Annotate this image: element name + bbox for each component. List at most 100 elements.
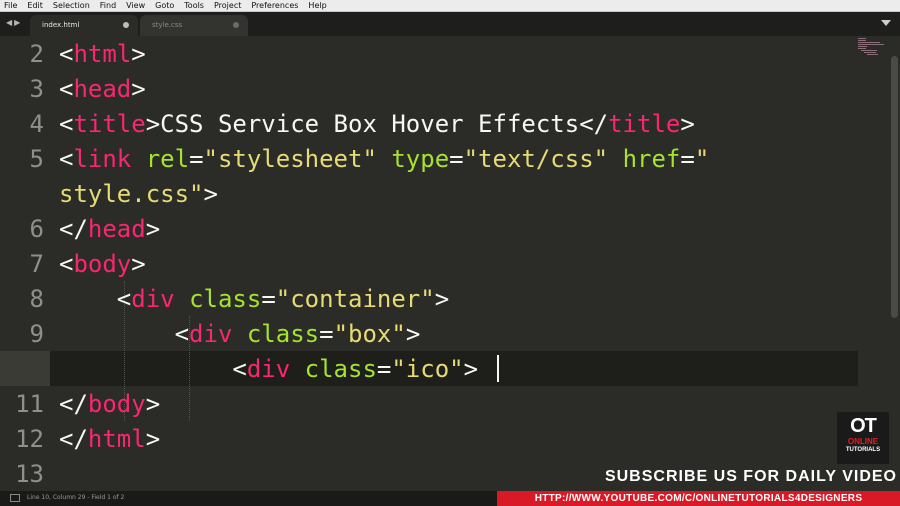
line-number: 8 (29, 285, 44, 313)
code-token: < (59, 75, 74, 103)
menu-help[interactable]: Help (308, 0, 326, 12)
close-icon[interactable] (233, 22, 239, 28)
vertical-scrollbar[interactable] (889, 36, 900, 491)
code-token: div (246, 355, 291, 383)
minimap-line (861, 50, 877, 51)
code-token: < (59, 320, 190, 348)
minimap-line (858, 42, 880, 43)
code-token: style.css" (59, 180, 204, 208)
tab-style-css[interactable]: style.css (140, 15, 248, 36)
code-token: type (391, 145, 450, 173)
code-token: </ (579, 110, 609, 138)
tab-index-html[interactable]: index.html (30, 15, 138, 36)
code-token: = (449, 145, 464, 173)
minimap-line (858, 40, 866, 41)
code-token: body (87, 390, 146, 418)
line-number: 7 (29, 250, 44, 278)
close-icon[interactable] (123, 22, 129, 28)
code-token: > (131, 250, 146, 278)
code-line: </head> (59, 212, 160, 247)
code-token: = (261, 285, 276, 313)
menu-file[interactable]: File (4, 0, 17, 12)
code-token: class (189, 285, 262, 313)
code-line: <link rel="stylesheet" type="text/css" h… (59, 142, 709, 177)
line-number: 9 (29, 320, 44, 348)
logo-tutorials: TUTORIALS (845, 447, 881, 453)
code-token: "container" (275, 285, 435, 313)
line-number: 11 (15, 390, 44, 418)
code-token: < (59, 145, 74, 173)
code-token: > (131, 75, 146, 103)
minimap[interactable] (856, 36, 889, 60)
line-number-gutter: 2345678910111213 (0, 36, 50, 491)
tab-label: index.html (42, 21, 80, 29)
menu-goto[interactable]: Goto (155, 0, 174, 12)
code-token: > (145, 110, 161, 138)
subscribe-banner: SUBSCRIBE US FOR DAILY VIDEO (604, 468, 897, 485)
line-number: 12 (15, 425, 44, 453)
code-token: > (405, 320, 421, 348)
menu-view[interactable]: View (126, 0, 145, 12)
minimap-line (858, 38, 866, 39)
code-token: = (680, 145, 695, 173)
menu-selection[interactable]: Selection (53, 0, 90, 12)
code-line: </html> (59, 422, 160, 457)
code-token: head (87, 215, 146, 243)
code-token: html (73, 40, 132, 68)
code-token: div (189, 320, 233, 348)
code-token: href (622, 145, 681, 173)
code-token: = (319, 320, 334, 348)
channel-logo: OT ONLINE TUTORIALS (837, 412, 889, 464)
current-line-gutter-highlight (0, 351, 50, 386)
code-token: title (608, 110, 681, 138)
code-token: > (680, 110, 695, 138)
code-token: head (73, 75, 132, 103)
code-token: </ (59, 215, 88, 243)
scrollbar-thumb[interactable] (891, 56, 898, 318)
menu-project[interactable]: Project (214, 0, 241, 12)
menu-edit[interactable]: Edit (27, 0, 43, 12)
code-line: </body> (59, 387, 160, 422)
code-editor[interactable]: <html> <head> <title>CSS Service Box Hover… (59, 36, 859, 491)
logo-mark: OT (850, 415, 877, 437)
menu-bar: File Edit Selection Find View Goto Tools… (0, 0, 900, 12)
menu-find[interactable]: Find (100, 0, 116, 12)
code-token: "ico" (391, 355, 464, 383)
menu-tools[interactable]: Tools (184, 0, 204, 12)
code-token: > (145, 425, 161, 453)
minimap-line (867, 54, 878, 55)
code-line: <html> (59, 37, 146, 72)
tab-bar: ◀▶ index.html style.css (0, 12, 900, 36)
code-token: "stylesheet" (203, 145, 377, 173)
code-token: CSS Service Box Hover Effects (160, 110, 580, 138)
code-line: <div class="container"> (59, 282, 449, 317)
code-token: "text/css" (463, 145, 609, 173)
code-token: rel (145, 145, 190, 173)
code-token: > (145, 215, 161, 243)
code-token: = (189, 145, 204, 173)
code-token: </ (59, 390, 88, 418)
line-number: 13 (15, 460, 44, 488)
code-token: < (59, 285, 132, 313)
code-token: div (131, 285, 175, 313)
line-number: 5 (29, 145, 44, 173)
logo-online: ONLINE (847, 437, 879, 446)
code-token: > (145, 390, 161, 418)
code-token: title (73, 110, 146, 138)
code-line: <div class="ico"> (59, 352, 478, 387)
line-number: 6 (29, 215, 44, 243)
code-token: < (59, 40, 74, 68)
menu-preferences[interactable]: Preferences (251, 0, 298, 12)
code-token: > (434, 285, 450, 313)
tab-nav-arrows-icon[interactable]: ◀▶ (6, 18, 22, 27)
code-token: > (203, 180, 218, 208)
code-token: class (246, 320, 320, 348)
tab-list-dropdown-icon[interactable] (881, 20, 891, 26)
code-token: " (694, 145, 710, 173)
code-token: html (87, 425, 146, 453)
panel-toggle-icon[interactable] (10, 494, 20, 502)
